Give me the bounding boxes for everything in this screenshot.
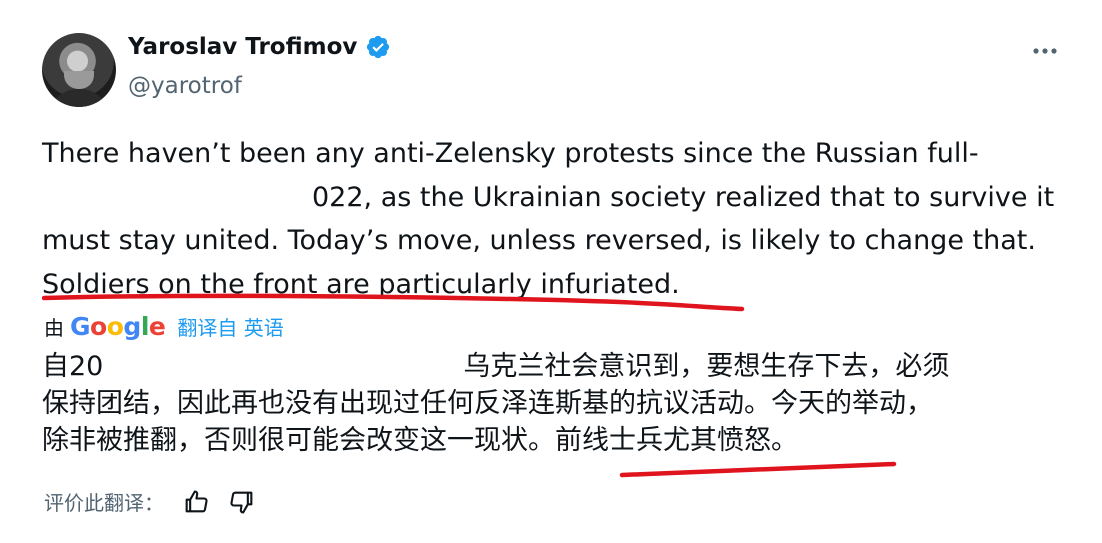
tweet-text: There haven’t been any anti-Zelensky pro… <box>42 132 1072 306</box>
author-handle[interactable]: @yarotrof <box>128 73 242 99</box>
thumbs-down-icon[interactable] <box>228 488 256 516</box>
author-name-row: Yaroslav Trofimov <box>128 34 391 60</box>
more-dots-icon <box>1033 48 1057 54</box>
red-underline-annotation <box>619 461 897 478</box>
more-options-button[interactable] <box>1030 38 1060 64</box>
translated-from-english-link[interactable]: 翻译自 英语 <box>177 312 283 341</box>
tweet-line: 022, as the Ukrainian society realized t… <box>312 181 1055 213</box>
author-avatar[interactable] <box>42 33 116 107</box>
translated-by-label: 由 <box>44 316 64 340</box>
google-logo: Google <box>70 312 166 341</box>
thumbs-up-icon[interactable] <box>182 488 210 516</box>
rate-translation-label: 评价此翻译： <box>44 491 164 515</box>
avatar-beard <box>64 71 94 89</box>
tweet-line: must stay united. Today’s move, unless r… <box>42 225 1036 256</box>
translated-by-google: 由 Google 翻译自 英语 <box>44 312 284 341</box>
tweet-line: There haven’t been any anti-Zelensky pro… <box>42 138 979 169</box>
translation-line: 自20 乌克兰社会意识到，要想生存下去，必须 <box>42 351 950 382</box>
avatar-shoulders <box>48 89 110 107</box>
translated-text: 自20 乌克兰社会意识到，要想生存下去，必须 保持团结，因此再也没有出现过任何反泽… <box>42 348 949 459</box>
translation-line: 除非被推翻，否则很可能会改变这一现状。前线士兵尤其愤怒。 <box>42 425 798 456</box>
verified-badge-icon <box>367 35 390 59</box>
translation-line: 保持团结，因此再也没有出现过任何反泽连斯基的抗议活动。今天的举动， <box>42 388 933 419</box>
author-name[interactable]: Yaroslav Trofimov <box>128 34 357 60</box>
rate-translation: 评价此翻译： <box>44 487 256 516</box>
